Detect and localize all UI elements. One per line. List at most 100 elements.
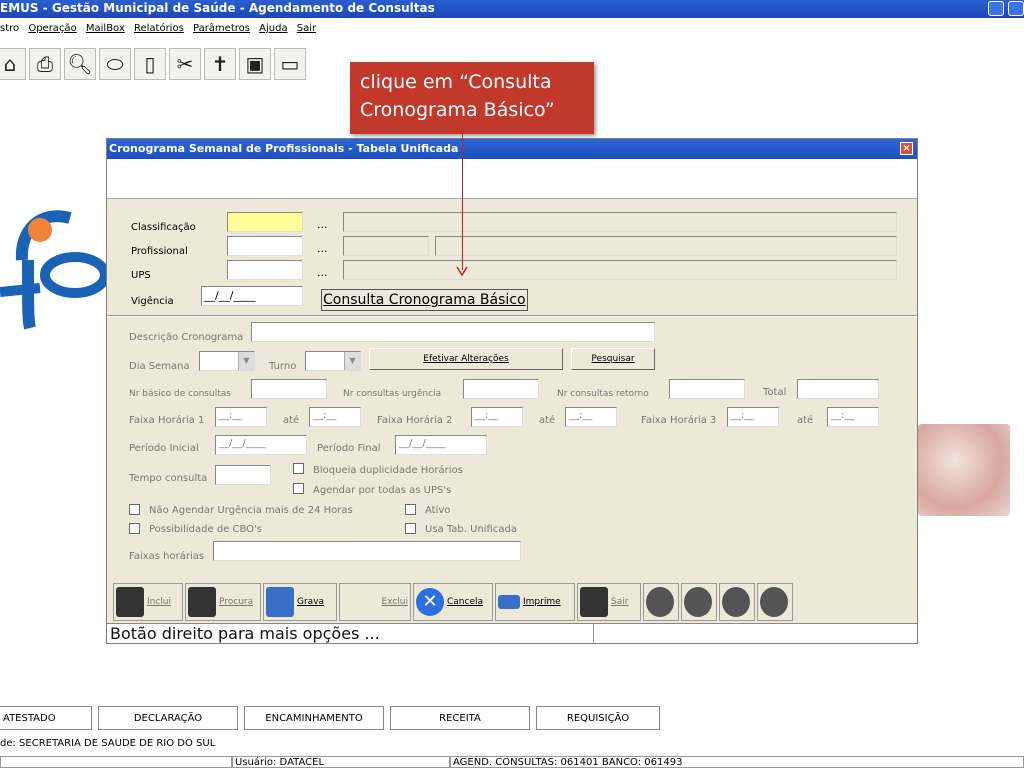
house-icon[interactable]: ⌂ xyxy=(0,48,26,80)
procura-label: Procura xyxy=(219,597,254,607)
dia-semana-select[interactable]: ▼ xyxy=(199,351,255,371)
nav-last-icon xyxy=(760,587,788,617)
section-divider xyxy=(107,315,917,317)
periodo-inicial-label: Período Inicial xyxy=(129,443,199,454)
vigencia-field[interactable]: __/__/____ xyxy=(201,286,303,306)
tab-receita[interactable]: RECEITA xyxy=(390,706,530,730)
faixa2-fim-field[interactable]: __:__ xyxy=(565,407,617,427)
faixa2-inicio-field[interactable]: __:__ xyxy=(471,407,523,427)
usa-tab-checkbox[interactable] xyxy=(405,523,416,534)
total-field[interactable] xyxy=(797,379,879,399)
grava-button[interactable]: Grava xyxy=(263,583,337,621)
dialog-titlebar: Cronograma Semanal de Profissionais - Ta… xyxy=(107,139,917,159)
profissional-code xyxy=(343,236,429,256)
bloqueia-checkbox[interactable] xyxy=(293,463,304,474)
background-photo xyxy=(918,424,1010,516)
classificacao-lookup-button[interactable]: ... xyxy=(317,218,328,231)
descricao-field[interactable] xyxy=(251,322,655,342)
window-title: EMUS - Gestão Municipal de Saúde - Agend… xyxy=(0,1,435,15)
instruction-callout: clique em “Consulta Cronograma Básico” xyxy=(350,62,594,134)
dialog-status-bar: Botão direito para mais opções ... xyxy=(107,623,917,644)
grava-label: Grava xyxy=(297,597,325,607)
ups-description xyxy=(343,260,897,280)
classificacao-field[interactable] xyxy=(227,212,303,232)
nao-agendar-checkbox[interactable] xyxy=(129,504,140,515)
sair-button[interactable]: Sair xyxy=(577,583,641,621)
nr-urgencia-field[interactable] xyxy=(463,379,539,399)
faixa1-inicio-field[interactable]: __:__ xyxy=(215,407,267,427)
pesquisar-button[interactable]: Pesquisar xyxy=(571,348,655,370)
nav-prev-button[interactable] xyxy=(681,583,717,621)
status-panel-empty xyxy=(0,756,232,768)
cbo-checkbox[interactable] xyxy=(129,523,140,534)
faixa1-fim-field[interactable]: __:__ xyxy=(309,407,361,427)
faixa1-label: Faixa Horária 1 xyxy=(129,415,205,426)
tab-encaminhamento[interactable]: ENCAMINHAMENTO xyxy=(244,706,384,730)
tempo-consulta-field[interactable] xyxy=(215,465,271,485)
faixas-horarias-field[interactable] xyxy=(213,541,521,561)
faixa3-inicio-field[interactable]: __:__ xyxy=(727,407,779,427)
printer-icon[interactable]: ⎙ xyxy=(29,48,61,80)
menu-operacao[interactable]: Operação xyxy=(28,23,76,34)
descricao-label: Descrição Cronograma xyxy=(129,332,244,343)
menu-mailbox[interactable]: MailBox xyxy=(86,23,125,34)
consulta-cronograma-basico-button[interactable]: Consulta Cronograma Básico xyxy=(321,289,528,311)
menu-cadastro[interactable]: stro xyxy=(0,23,19,34)
nr-retorno-label: Nr consultas retorno xyxy=(557,389,649,399)
menu-ajuda[interactable]: Ajuda xyxy=(259,23,287,34)
nav-next-button[interactable] xyxy=(719,583,755,621)
status-user: Usuário: DATACEL xyxy=(232,756,450,768)
efetivar-alteracoes-button[interactable]: Efetivar Alterações xyxy=(369,348,563,370)
nao-agendar-label: Não Agendar Urgência mais de 24 Horas xyxy=(149,505,353,516)
nav-last-button[interactable] xyxy=(757,583,793,621)
callout-arrow xyxy=(462,134,463,270)
exclui-button[interactable]: Exclui xyxy=(339,583,411,621)
inclui-label: Inclui xyxy=(147,597,172,607)
profissional-field[interactable] xyxy=(227,236,303,256)
tab-declaracao[interactable]: DECLARAÇÃO xyxy=(98,706,238,730)
menu-parametros[interactable]: Parâmetros xyxy=(193,23,250,34)
document-tabs: ATESTADO DECLARAÇÃO ENCAMINHAMENTO RECEI… xyxy=(0,706,1024,734)
nr-retorno-field[interactable] xyxy=(669,379,745,399)
cross-icon[interactable]: ✝ xyxy=(204,48,236,80)
close-icon[interactable]: × xyxy=(900,142,913,155)
ups-lookup-button[interactable]: ... xyxy=(317,266,328,279)
faixa3-fim-field[interactable]: __:__ xyxy=(827,407,879,427)
menu-sair[interactable]: Sair xyxy=(297,23,316,34)
profissional-lookup-button[interactable]: ... xyxy=(317,242,328,255)
dialog-header-area xyxy=(107,159,917,199)
profissional-name xyxy=(435,236,897,256)
ups-field[interactable] xyxy=(227,260,303,280)
cancela-button[interactable]: ✕ Cancela xyxy=(413,583,493,621)
faixa3-label: Faixa Horária 3 xyxy=(641,415,717,426)
total-label: Total xyxy=(763,387,787,398)
pill-icon[interactable]: ⬭ xyxy=(99,48,131,80)
search-doc-icon[interactable]: 🔍︎ xyxy=(64,48,96,80)
agendar-todas-checkbox[interactable] xyxy=(293,483,304,494)
turno-select[interactable]: ▼ xyxy=(305,351,361,371)
inclui-button[interactable]: Inclui xyxy=(113,583,183,621)
exclui-label: Exclui xyxy=(381,597,408,607)
chevron-down-icon[interactable]: ▼ xyxy=(344,352,360,370)
menu-relatorios[interactable]: Relatórios xyxy=(134,23,184,34)
ativo-label: Ativo xyxy=(425,505,451,516)
ativo-checkbox[interactable] xyxy=(405,504,416,515)
periodo-inicial-field[interactable]: __/__/____ xyxy=(215,435,307,455)
chevron-down-icon[interactable]: ▼ xyxy=(238,352,254,370)
tab-atestado[interactable]: ATESTADO xyxy=(0,706,92,730)
nav-first-button[interactable] xyxy=(643,583,679,621)
periodo-final-field[interactable]: __/__/____ xyxy=(395,435,487,455)
nr-basico-field[interactable] xyxy=(251,379,327,399)
ambulance-icon[interactable]: ▭ xyxy=(274,48,306,80)
medical-bag-icon[interactable]: ▣ xyxy=(239,48,271,80)
ups-label: UPS xyxy=(131,270,151,281)
maximize-button[interactable] xyxy=(1008,1,1024,16)
ate3-label: até xyxy=(797,415,814,426)
imprime-button[interactable]: Imprime xyxy=(495,583,575,621)
sair-label: Sair xyxy=(611,597,629,607)
procura-button[interactable]: Procura xyxy=(185,583,261,621)
minimize-button[interactable] xyxy=(988,1,1004,16)
tab-requisicao[interactable]: REQUISIÇÃO xyxy=(536,706,660,730)
clipboard-icon[interactable]: ▯ xyxy=(134,48,166,80)
tools-icon[interactable]: ✂ xyxy=(169,48,201,80)
